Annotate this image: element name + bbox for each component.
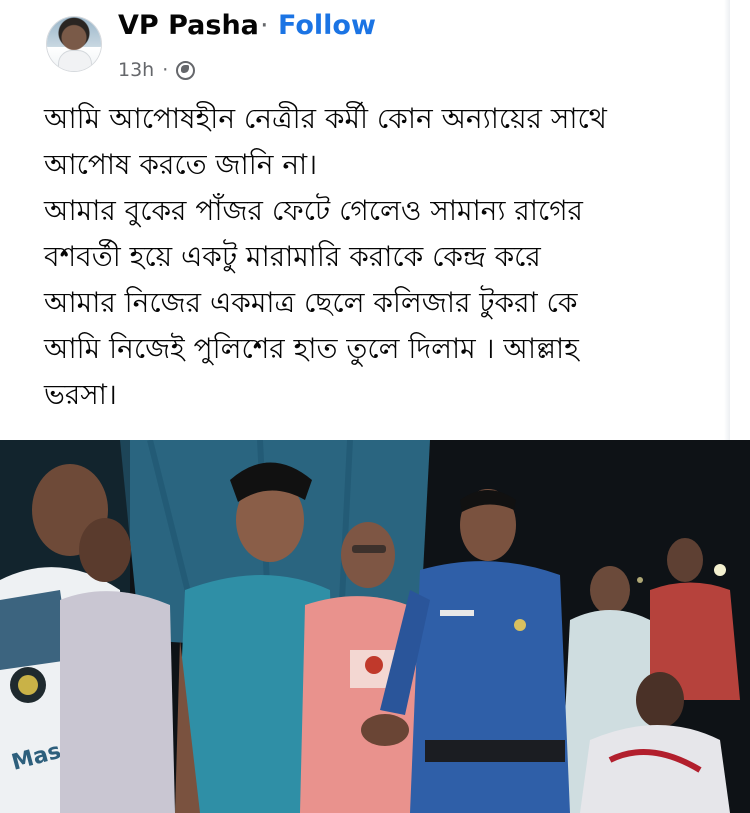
post-text-line: আমি নিজেই পুলিশের হাত তুলে দিলাম । আল্লা… xyxy=(44,332,579,365)
post-text-line: বশবর্তী হয়ে একটু মারামারি করাকে কেন্দ্র… xyxy=(44,240,541,273)
post-timestamp[interactable]: 13h xyxy=(118,59,154,81)
post-text-line: ভরসা। xyxy=(44,378,117,411)
author-avatar[interactable] xyxy=(47,17,101,71)
post-text: আমি আপোষহীন নেত্রীর কর্মী কোন অন্যায়ের … xyxy=(44,96,724,418)
post-meta: 13h · xyxy=(118,58,196,82)
post-text-line: আমার নিজের একমাত্র ছেলে কলিজার টুকরা কে xyxy=(44,286,578,319)
name-separator: · xyxy=(260,10,269,41)
post-text-line: আপোষ করতে জানি না। xyxy=(44,148,318,181)
post-header: VP Pasha · Follow 13h · xyxy=(0,0,750,92)
card-edge xyxy=(724,0,730,440)
globe-icon xyxy=(176,60,196,80)
post-text-line: আমি আপোষহীন নেত্রীর কর্মী কোন অন্যায়ের … xyxy=(44,102,607,135)
photo-illustration: Masud Tele xyxy=(0,440,750,813)
post-text-line: আমার বুকের পাঁজর ফেটে গেলেও সামান্য রাগে… xyxy=(44,194,583,227)
meta-separator: · xyxy=(162,59,169,81)
follow-button[interactable]: Follow xyxy=(278,10,376,41)
author-name[interactable]: VP Pasha xyxy=(118,10,259,41)
post-photo[interactable]: Masud Tele xyxy=(0,440,750,813)
